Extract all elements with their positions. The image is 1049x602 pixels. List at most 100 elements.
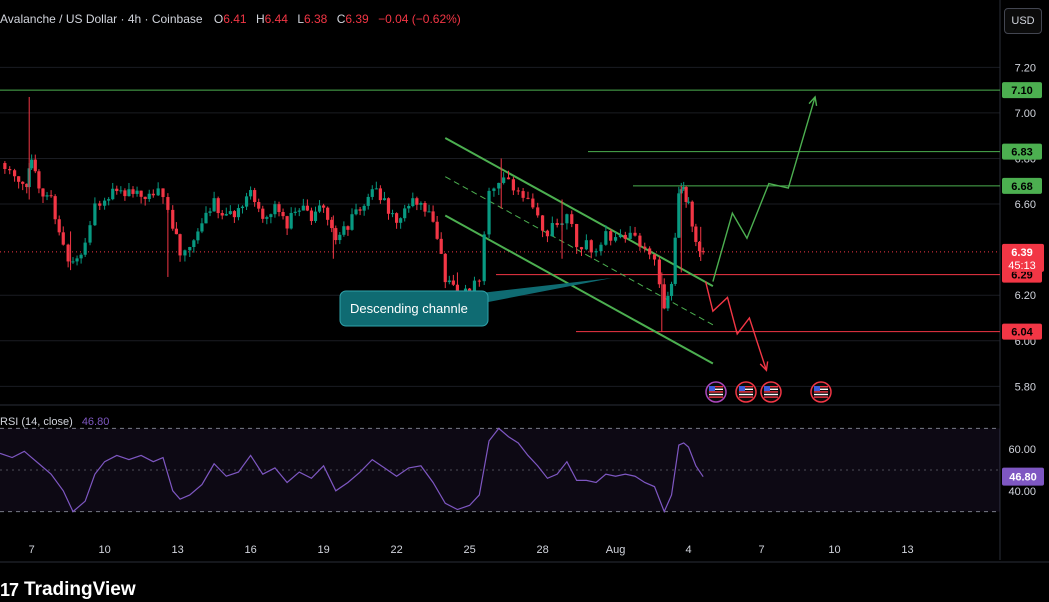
candle-body [435, 221, 439, 239]
candle-body [61, 232, 65, 245]
candle-body [123, 190, 127, 197]
candle-body [240, 206, 245, 209]
candle-body [492, 188, 496, 191]
candle-body [575, 223, 579, 248]
high-value: 6.44 [265, 12, 289, 26]
candle-body [623, 234, 627, 239]
candle-body [131, 189, 135, 194]
candle-body [161, 188, 165, 198]
flag-stripe [814, 396, 828, 398]
flag-stripe [739, 396, 753, 398]
level-price-tag: 6.83 [1002, 143, 1042, 160]
candle-body [269, 214, 273, 218]
candle-body [309, 210, 314, 222]
candle-body [686, 201, 691, 203]
candle-body [599, 244, 603, 252]
candle-body [313, 211, 318, 222]
candle-body [666, 295, 670, 309]
flag-stripe [739, 391, 753, 393]
candle-body [451, 280, 455, 285]
candle-body [253, 190, 257, 203]
time-tick-label: Aug [606, 544, 626, 556]
candle-body [41, 188, 45, 197]
candle-body [609, 231, 613, 241]
candle-body [415, 198, 419, 205]
callout-pointer [472, 278, 612, 304]
chart-canvas[interactable]: Descending channle 7.207.006.806.606.206… [0, 0, 1049, 602]
candle-body [550, 223, 554, 237]
candle-body [30, 159, 34, 169]
candle-body [37, 171, 41, 189]
rsi-pane [0, 427, 1000, 514]
us-flag-event-icon[interactable] [735, 381, 757, 403]
time-tick-label: 13 [171, 544, 183, 556]
candle-body [482, 234, 486, 282]
forecast-arrows[interactable] [704, 95, 818, 372]
candle-body [93, 203, 97, 226]
rsi-value-tag: 46.80 [1002, 467, 1044, 486]
candle-body [374, 188, 378, 190]
candle-body [257, 202, 261, 209]
candle-body [135, 190, 139, 194]
candle-body [694, 226, 698, 242]
candle-body [594, 251, 598, 253]
candle-body [521, 191, 525, 198]
candle-body [204, 212, 208, 224]
price-axis[interactable]: 7.207.006.806.606.206.005.807.106.836.68… [1002, 62, 1044, 498]
candle-body [236, 208, 241, 218]
time-axis[interactable]: 7 10 13 16 19 22 25 28 Aug 4 7 10 13 [29, 544, 914, 556]
candle-body [326, 207, 330, 220]
candle-body [506, 177, 511, 180]
candle-body [690, 201, 694, 227]
bullish-forecast-path[interactable] [712, 96, 816, 282]
candle-body [342, 226, 346, 235]
us-flag-event-icon[interactable] [760, 381, 782, 403]
candle-body [244, 196, 249, 207]
candle-body [8, 169, 12, 171]
candle-body [151, 193, 155, 196]
candle-body [83, 242, 87, 255]
candle-body [511, 179, 515, 191]
rsi-tick-label: 40.00 [1008, 486, 1036, 498]
candle-body [183, 250, 187, 256]
time-tick-label: 10 [98, 544, 110, 556]
candle-body [228, 211, 232, 215]
candle-body [232, 211, 236, 218]
candle-body [216, 198, 220, 214]
candle-body [431, 211, 435, 222]
svg-text:Avalanche / US Dollar · 4h · C: Avalanche / US Dollar · 4h · Coinbase O6… [0, 12, 461, 26]
low-value: 6.38 [304, 12, 328, 26]
candle-body [338, 234, 342, 241]
change-value: −0.04 (−0.62%) [378, 12, 461, 26]
candle-body [317, 205, 322, 212]
rsi-value: 46.80 [82, 416, 110, 428]
candle-body [224, 214, 228, 216]
time-tick-label: 22 [390, 544, 402, 556]
candle-body [17, 176, 21, 182]
level-tag-text: 7.10 [1011, 85, 1032, 97]
event-markers[interactable] [705, 381, 832, 403]
time-tick-label: 13 [901, 544, 913, 556]
currency-button[interactable]: USD [1004, 8, 1042, 34]
candle-body [531, 198, 535, 208]
us-flag-event-icon[interactable] [810, 381, 832, 403]
callout-text: Descending channle [350, 301, 468, 316]
candle-body [178, 234, 182, 256]
candle-body [570, 214, 574, 224]
us-flag-event-icon[interactable] [705, 381, 727, 403]
close-label: C [337, 12, 346, 26]
candle-body [669, 283, 674, 296]
candle-body [21, 181, 25, 184]
candle-body [628, 232, 632, 239]
candle-body [565, 214, 569, 224]
candle-body [12, 170, 17, 177]
candle-body [677, 193, 681, 238]
candle-body [390, 213, 395, 215]
candle-body [261, 208, 265, 219]
time-tick-label: 7 [29, 544, 35, 556]
candle-body [540, 215, 545, 231]
candle-body [447, 280, 451, 283]
tradingview-logo[interactable]: 17 TradingView [0, 579, 136, 600]
candle-body [604, 231, 608, 245]
open-label: O [214, 12, 223, 26]
